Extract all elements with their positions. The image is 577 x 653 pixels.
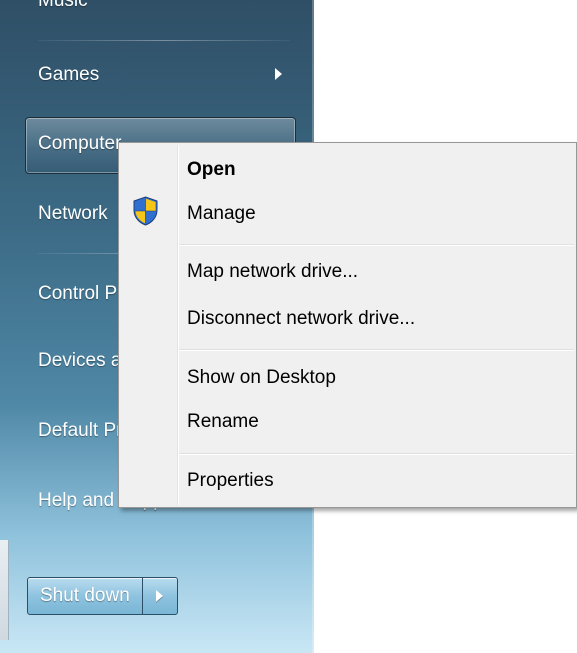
shutdown-button-group: Shut down (27, 577, 178, 615)
separator (38, 40, 290, 41)
context-menu: Open Manage Map network drive... Disconn… (118, 142, 577, 508)
separator (179, 453, 574, 454)
menu-item-rename[interactable]: Rename (187, 411, 259, 433)
arrow-right-icon (156, 590, 164, 602)
separator (179, 244, 574, 245)
menu-item-map-network-drive[interactable]: Map network drive... (187, 261, 358, 283)
start-item-network[interactable]: Network (38, 203, 108, 225)
start-item-games[interactable]: Games (38, 64, 99, 86)
menu-item-manage[interactable]: Manage (187, 203, 256, 225)
icon-gutter-divider (177, 145, 178, 505)
shutdown-options-button[interactable] (143, 578, 177, 614)
menu-item-show-on-desktop[interactable]: Show on Desktop (187, 367, 336, 389)
menu-item-open[interactable]: Open (187, 159, 236, 181)
start-item-computer[interactable]: Computer (38, 133, 121, 155)
start-menu-left-pane-edge (0, 540, 9, 640)
submenu-arrow-icon (275, 68, 282, 80)
shutdown-button[interactable]: Shut down (28, 578, 143, 614)
menu-item-properties[interactable]: Properties (187, 470, 274, 492)
menu-item-disconnect-network-drive[interactable]: Disconnect network drive... (187, 308, 415, 330)
start-item-music[interactable]: Music (38, 0, 88, 12)
separator (179, 349, 574, 350)
uac-shield-icon (133, 196, 158, 226)
